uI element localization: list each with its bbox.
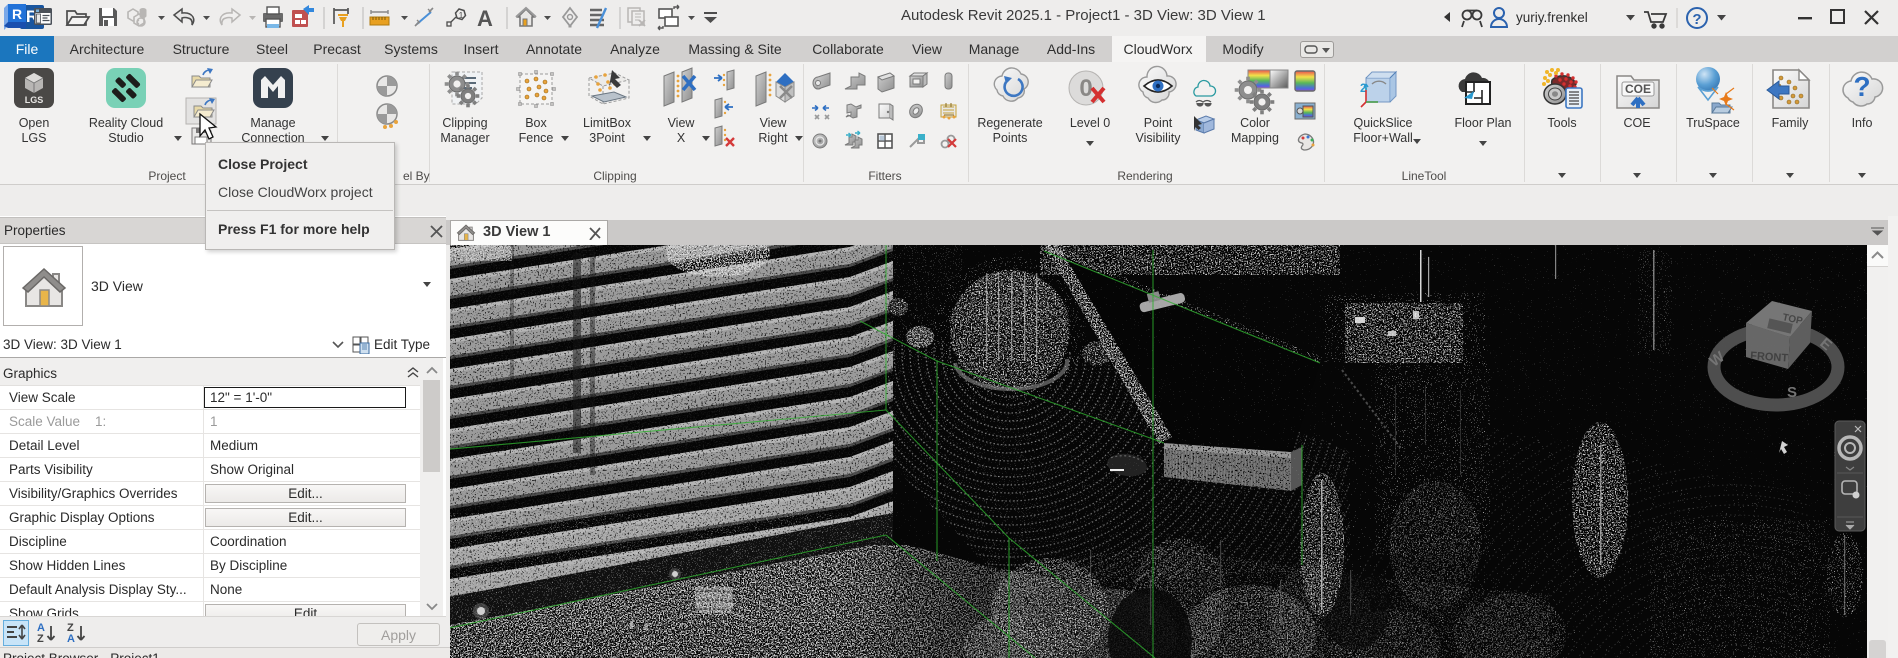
- svg-text:S: S: [1787, 384, 1797, 401]
- svg-text:A: A: [67, 633, 75, 645]
- svg-text:LGS: LGS: [25, 95, 44, 105]
- svg-text:?: ?: [1692, 11, 1701, 28]
- svg-text:COE: COE: [1625, 82, 1651, 96]
- svg-text:Z: Z: [37, 633, 44, 645]
- svg-text:1: 1: [459, 10, 464, 20]
- svg-text:0: 0: [1079, 75, 1092, 102]
- svg-text:R: R: [12, 6, 22, 22]
- svg-text:A: A: [477, 6, 493, 31]
- svg-text:?: ?: [1853, 71, 1870, 102]
